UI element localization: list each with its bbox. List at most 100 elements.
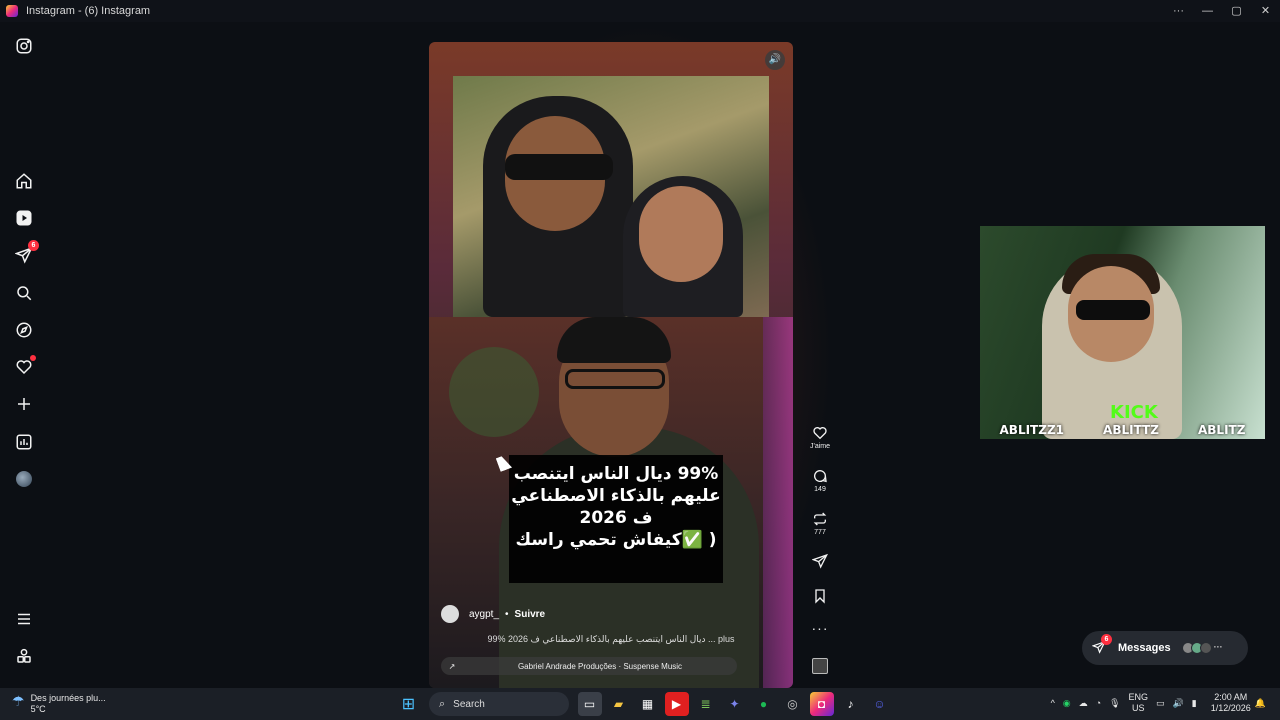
search-placeholder: Search: [453, 698, 485, 710]
instagram-app-icon: [6, 5, 18, 17]
window-titlebar: Instagram - (6) Instagram ··· — ▢ ✕: [0, 0, 1280, 22]
window-maximize-button[interactable]: ▢: [1222, 0, 1251, 22]
window-close-button[interactable]: ✕: [1251, 0, 1280, 22]
teams-icon[interactable]: ✦: [723, 692, 747, 716]
reel-description[interactable]: 99% ديال الناس ايتنصب عليهم بالذكاء الاص…: [441, 634, 781, 645]
menu-icon[interactable]: [14, 609, 34, 629]
photo-person-left-glasses: [505, 154, 613, 180]
handle-label: ABLITZZ1: [999, 423, 1064, 437]
whatsapp-icon[interactable]: ◉: [1063, 698, 1071, 709]
speaker-glasses: [565, 369, 665, 389]
tray-overflow-icon[interactable]: ^: [1051, 698, 1055, 708]
youtube-app-icon[interactable]: ▶: [664, 692, 689, 716]
spotify-icon[interactable]: ●: [752, 692, 776, 716]
start-button[interactable]: ⊞: [397, 692, 421, 716]
reposts-count: 777: [814, 529, 826, 536]
stacked-app-icon[interactable]: ≣: [694, 692, 718, 716]
battery-icon[interactable]: ▮: [1192, 698, 1197, 709]
rain-icon: ☂: [12, 693, 25, 709]
caption-line: عليهم بالذكاء الاصطناعي: [511, 486, 721, 506]
notification-center-icon[interactable]: 🔔: [1255, 698, 1266, 709]
discord-icon[interactable]: ☺: [868, 692, 892, 716]
reel-overlay-caption: 99% ديال الناس ايتنصب عليهم بالذكاء الاص…: [509, 455, 723, 583]
messages-more-icon: ···: [1213, 642, 1223, 652]
language-indicator[interactable]: ENG US: [1129, 692, 1149, 714]
audio-thumbnail[interactable]: [805, 658, 835, 674]
also-from-meta-icon[interactable]: [14, 646, 34, 666]
reels-icon[interactable]: [14, 208, 34, 228]
task-view-icon[interactable]: ▭: [577, 692, 602, 716]
language-code: ENG: [1128, 692, 1149, 702]
keyboard-layout: US: [1132, 703, 1145, 713]
streamer-sunglasses: [1076, 300, 1150, 320]
audio-arrow-icon: ↗: [448, 661, 456, 671]
author-avatar[interactable]: [441, 605, 459, 623]
system-tray: ^ ◉ ☁ ◔ 🎙 ENG US ▭ 🔊 ▮ 2:00 AM 1/12/2026…: [1047, 692, 1270, 714]
like-button[interactable]: J'aime: [805, 425, 835, 450]
audio-track-name: Gabriel Andrade Produções · Suspense Mus…: [517, 661, 683, 671]
repost-button[interactable]: 777: [805, 511, 835, 536]
reel-video[interactable]: 🔊 99% ديال الناس ايتنصب عليهم بالذكاء ال…: [429, 42, 793, 688]
share-button[interactable]: [805, 553, 835, 571]
messages-avatars: ···: [1181, 642, 1223, 654]
weather-widget[interactable]: ☂ Des journées plu... 5°C: [12, 693, 106, 715]
search-icon: ⌕: [439, 697, 446, 710]
direct-messages-badge: 6: [28, 240, 39, 251]
dashboard-icon[interactable]: [14, 432, 34, 452]
author-username[interactable]: aygpt_: [469, 609, 499, 620]
author-separator: •: [505, 608, 509, 620]
caption-line: ( ✅كيفاش تحمي راسك: [515, 530, 717, 550]
reel-audio-link[interactable]: ↗ Gabriel Andrade Produções · Suspense M…: [441, 657, 737, 675]
messages-label: Messages: [1118, 642, 1171, 654]
kick-logo: KICK: [1110, 402, 1158, 423]
taskbar-apps: ⊞ ⌕ Search ▭ ▰ ▦ ▶ ≣ ✦ ● ◎ ◘ ♪ ☺: [394, 692, 894, 716]
clock-date: 1/12/2026: [1210, 703, 1251, 713]
create-icon[interactable]: [14, 394, 34, 414]
save-button[interactable]: [805, 588, 835, 606]
direct-messages-icon[interactable]: 6: [14, 240, 39, 265]
reel-author: aygpt_ • Suivre: [441, 605, 545, 623]
more-options-button[interactable]: ···: [805, 620, 835, 636]
messages-icon: 6: [1091, 633, 1112, 657]
window-more-button[interactable]: ···: [1164, 0, 1193, 22]
handle-label: ABLITTZ: [1103, 423, 1159, 437]
comment-button[interactable]: 149: [805, 468, 835, 493]
cloud-icon[interactable]: ☁: [1079, 698, 1088, 709]
notifications-dot: [30, 355, 36, 361]
chrome-icon[interactable]: ◎: [781, 692, 805, 716]
network-icon[interactable]: ◔: [1096, 698, 1101, 708]
microsoft-store-icon[interactable]: ▦: [636, 692, 660, 716]
search-icon[interactable]: [14, 283, 34, 303]
window-minimize-button[interactable]: —: [1193, 0, 1222, 22]
instagram-logo-icon[interactable]: [14, 36, 34, 56]
taskbar-search[interactable]: ⌕ Search: [429, 692, 569, 716]
display-icon[interactable]: ▭: [1156, 698, 1165, 709]
speaker-hair: [557, 317, 671, 363]
comments-count: 149: [814, 486, 826, 493]
more-icon: ···: [811, 620, 829, 636]
volume-icon[interactable]: 🔊: [1173, 698, 1184, 709]
clock-time: 2:00 AM: [1214, 692, 1248, 702]
explore-icon[interactable]: [14, 320, 34, 340]
reel-top-photo: [453, 76, 769, 317]
tiktok-icon[interactable]: ♪: [839, 692, 863, 716]
microphone-icon[interactable]: 🎙: [1109, 698, 1120, 709]
window-title: Instagram - (6) Instagram: [26, 5, 151, 17]
left-sidebar: 6: [0, 22, 48, 688]
windows-taskbar: ☂ Des journées plu... 5°C ⊞ ⌕ Search ▭ ▰…: [0, 688, 1280, 720]
photo-person-right-face: [639, 186, 723, 282]
messages-button[interactable]: 6 Messages ···: [1082, 631, 1248, 665]
messages-badge: 6: [1101, 633, 1112, 645]
taskbar-clock[interactable]: 2:00 AM 1/12/2026: [1211, 692, 1251, 714]
weather-temperature: 5°C: [30, 704, 46, 714]
streamer-handles: ABLITZZ1 ABLITTZ ABLITZ: [980, 423, 1265, 437]
file-explorer-icon[interactable]: ▰: [607, 692, 631, 716]
profile-avatar[interactable]: [14, 469, 34, 489]
instagram-taskbar-icon[interactable]: ◘: [809, 692, 834, 716]
notifications-icon[interactable]: [14, 355, 36, 377]
sound-toggle-button[interactable]: 🔊: [765, 50, 785, 70]
follow-button[interactable]: Suivre: [515, 609, 546, 620]
home-icon[interactable]: [14, 171, 34, 191]
comment-icon: [814, 470, 827, 483]
share-icon: [812, 553, 828, 569]
